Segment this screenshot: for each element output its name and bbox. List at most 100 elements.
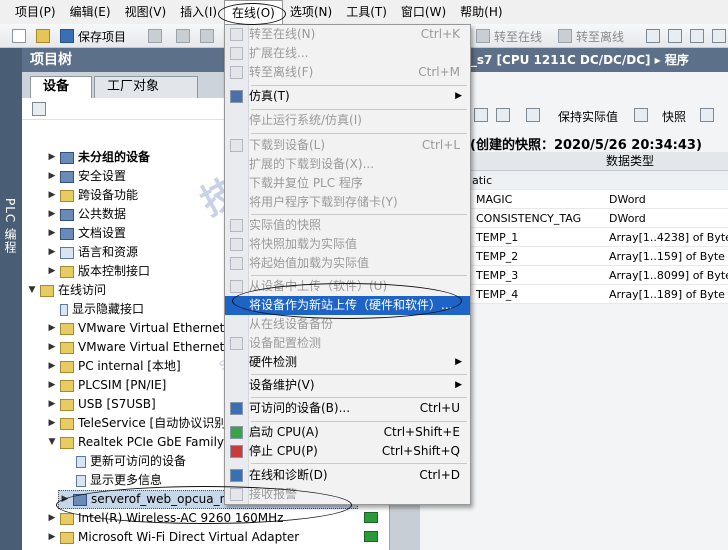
menu-item-receive-alarms[interactable]: 接收报警 [225, 485, 470, 504]
go-offline-button[interactable]: 转至离线 [558, 28, 624, 44]
expand-arrow-icon[interactable]: ▶ [46, 414, 58, 433]
expand-arrow-icon[interactable]: ▶ [46, 528, 58, 547]
toolbar-button-a[interactable] [668, 28, 686, 44]
copy-button[interactable] [200, 28, 218, 44]
go-online-button[interactable]: 转至在线 [476, 28, 542, 44]
menu-item-simulation[interactable]: 仿真(T) ▶ [225, 87, 470, 106]
table-row[interactable]: MAGIC DWord [470, 190, 728, 209]
load-icon[interactable] [700, 108, 714, 122]
tree-item-cross-device[interactable]: ▶ 跨设备功能 [46, 186, 138, 205]
menu-item-load-snapshot[interactable]: 将快照加载为实际值 [225, 235, 470, 254]
menu-item-hardware-detect[interactable]: 硬件检测 ▶ [225, 353, 470, 372]
expand-arrow-icon[interactable]: ▶ [46, 243, 58, 262]
menu-item-go-online[interactable]: 转至在线(N) Ctrl+K [225, 25, 470, 44]
print-button[interactable] [148, 28, 166, 44]
menu-item-download[interactable]: 下载到设备(L) Ctrl+L [225, 136, 470, 155]
table-row[interactable]: TEMP_3 Array[1..8099] of Byte [470, 266, 728, 285]
expand-arrow-icon[interactable]: ▶ [46, 376, 58, 395]
tree-item-common-data[interactable]: ▶ 公共数据 [46, 205, 126, 224]
table-row[interactable]: TEMP_4 Array[1..189] of Byte [470, 285, 728, 304]
tree-item-doc-settings[interactable]: ▶ 文档设置 [46, 224, 126, 243]
monitor-icon[interactable] [474, 108, 488, 122]
tree-item-show-more[interactable]: 显示更多信息 [74, 471, 162, 490]
menu-item-accessible-devices[interactable]: 可访问的设备(B)... Ctrl+U [225, 399, 470, 418]
tree-item-ungrouped[interactable]: ▶ 未分组的设备 [46, 148, 150, 167]
menu-window[interactable]: 窗口(W) [394, 0, 453, 24]
collapse-arrow-icon[interactable]: ▼ [26, 281, 38, 300]
expand-arrow-icon[interactable]: ▶ [46, 357, 58, 376]
simulation-icon [230, 90, 243, 103]
tree-item-show-hidden[interactable]: 显示隐藏接口 [58, 300, 144, 319]
table-row[interactable]: atic [470, 171, 728, 190]
expand-arrow-icon[interactable]: ▶ [46, 262, 58, 281]
tree-item-online-access[interactable]: ▼ 在线访问 [26, 281, 106, 300]
menu-item-upload-software[interactable]: 从设备中上传（软件）(U) [225, 277, 470, 296]
tree-item-pc-internal[interactable]: ▶ PC internal [本地] [46, 357, 181, 376]
menu-item-device-config-detect[interactable]: 设备配置检测 [225, 334, 470, 353]
tree-item-update-accessible[interactable]: 更新可访问的设备 [74, 452, 186, 471]
tree-item-plcsim[interactable]: ▶ PLCSIM [PN/IE] [46, 376, 167, 395]
expand-arrow-icon[interactable]: ▶ [59, 490, 71, 509]
menu-item-snapshot-actual[interactable]: 实际值的快照 [225, 216, 470, 235]
tree-view-icon[interactable] [32, 102, 46, 116]
expand-arrow-icon[interactable]: ▶ [46, 148, 58, 167]
submenu-arrow-icon: ▶ [455, 91, 462, 101]
menu-item-online-diagnostics[interactable]: 在线和诊断(D) Ctrl+D [225, 466, 470, 485]
expand-arrow-icon[interactable]: ▶ [46, 224, 58, 243]
menu-project[interactable]: 项目(P) [8, 0, 63, 24]
expand-arrow-icon[interactable]: ▶ [46, 186, 58, 205]
snapshot-keep-icon[interactable] [526, 108, 540, 122]
tree-item-ms-wifi-direct[interactable]: ▶ Microsoft Wi-Fi Direct Virtual Adapter [46, 528, 300, 547]
menu-item-download-memory-card[interactable]: 将用户程序下载到存储卡(Y) [225, 193, 470, 212]
new-project-button[interactable] [12, 28, 30, 44]
menu-item-stop-cpu[interactable]: 停止 CPU(P) Ctrl+Shift+Q [225, 442, 470, 461]
tree-item-version-control[interactable]: ▶ 版本控制接口 [46, 262, 150, 281]
menu-edit[interactable]: 编辑(E) [63, 0, 118, 24]
table-row[interactable]: CONSISTENCY_TAG DWord [470, 209, 728, 228]
accessible-devices-button[interactable] [646, 28, 664, 44]
menu-item-upload-as-new-station[interactable]: 将设备作为新站上传（硬件和软件）... [225, 296, 470, 315]
menu-item-start-cpu[interactable]: 启动 CPU(A) Ctrl+Shift+E [225, 423, 470, 442]
menu-item-load-start-values[interactable]: 将起始值加载为实际值 [225, 254, 470, 273]
menu-item-device-maintenance[interactable]: 设备维护(V) ▶ [225, 376, 470, 395]
menu-online[interactable]: 在线(O) [224, 0, 283, 25]
expand-arrow-icon[interactable]: ▶ [46, 509, 58, 528]
menu-help[interactable]: 帮助(H) [453, 0, 509, 24]
menu-item-stop-simulation[interactable]: 停止运行系统/仿真(I) [225, 111, 470, 130]
expand-arrow-icon[interactable]: ▶ [46, 167, 58, 186]
table-row[interactable]: TEMP_1 Array[1..4238] of Byte [470, 228, 728, 247]
menu-tools[interactable]: 工具(T) [339, 0, 394, 24]
tree-item-security[interactable]: ▶ 安全设置 [46, 167, 126, 186]
tab-plant-objects[interactable]: 工厂对象 [94, 76, 198, 98]
toolbar-button-c[interactable] [712, 28, 728, 44]
menu-item-extended-download[interactable]: 扩展的下载到设备(X)... [225, 155, 470, 174]
snapshot-icon[interactable] [634, 108, 648, 122]
tree-item-usb[interactable]: ▶ USB [S7USB] [46, 395, 156, 414]
expand-icon[interactable] [496, 108, 510, 122]
snapshot-caption: (创建的快照：2020/5/26 20:34:43) [470, 138, 702, 153]
menu-insert[interactable]: 插入(I) [173, 0, 224, 24]
menu-view[interactable]: 视图(V) [118, 0, 174, 24]
menu-item-backup-online[interactable]: 从在线设备备份 [225, 315, 470, 334]
expand-arrow-icon[interactable]: ▶ [46, 395, 58, 414]
open-project-button[interactable] [36, 28, 54, 44]
tab-devices[interactable]: 设备 [30, 76, 92, 98]
toolbar-button-b[interactable] [690, 28, 708, 44]
plc-programming-sidetab[interactable]: PLC 编程 [0, 48, 22, 550]
expand-arrow-icon[interactable]: ▶ [46, 205, 58, 224]
menu-item-go-offline[interactable]: 转至离线(F) Ctrl+M [225, 63, 470, 82]
expand-arrow-icon[interactable]: ▶ [46, 319, 58, 338]
cut-button[interactable] [176, 28, 194, 44]
table-row[interactable]: TEMP_2 Array[1..159] of Byte [470, 247, 728, 266]
menu-item-extended-online[interactable]: 扩展在线... [225, 44, 470, 63]
tree-item-languages[interactable]: ▶ 语言和资源 [46, 243, 138, 262]
tree-item-intel-wifi[interactable]: ▶ Intel(R) Wireless-AC 9260 160MHz [46, 509, 284, 528]
menu-options[interactable]: 选项(N) [283, 0, 339, 24]
keep-actual-values-button[interactable]: 保持实际值 [558, 108, 618, 125]
network-adapter-icon [60, 436, 74, 449]
snapshot-button[interactable]: 快照 [662, 108, 686, 125]
expand-arrow-icon[interactable]: ▶ [46, 338, 58, 357]
menu-item-download-reset[interactable]: 下载并复位 PLC 程序 [225, 174, 470, 193]
save-project-button[interactable]: 保存项目 [60, 28, 126, 44]
collapse-arrow-icon[interactable]: ▼ [46, 433, 58, 452]
